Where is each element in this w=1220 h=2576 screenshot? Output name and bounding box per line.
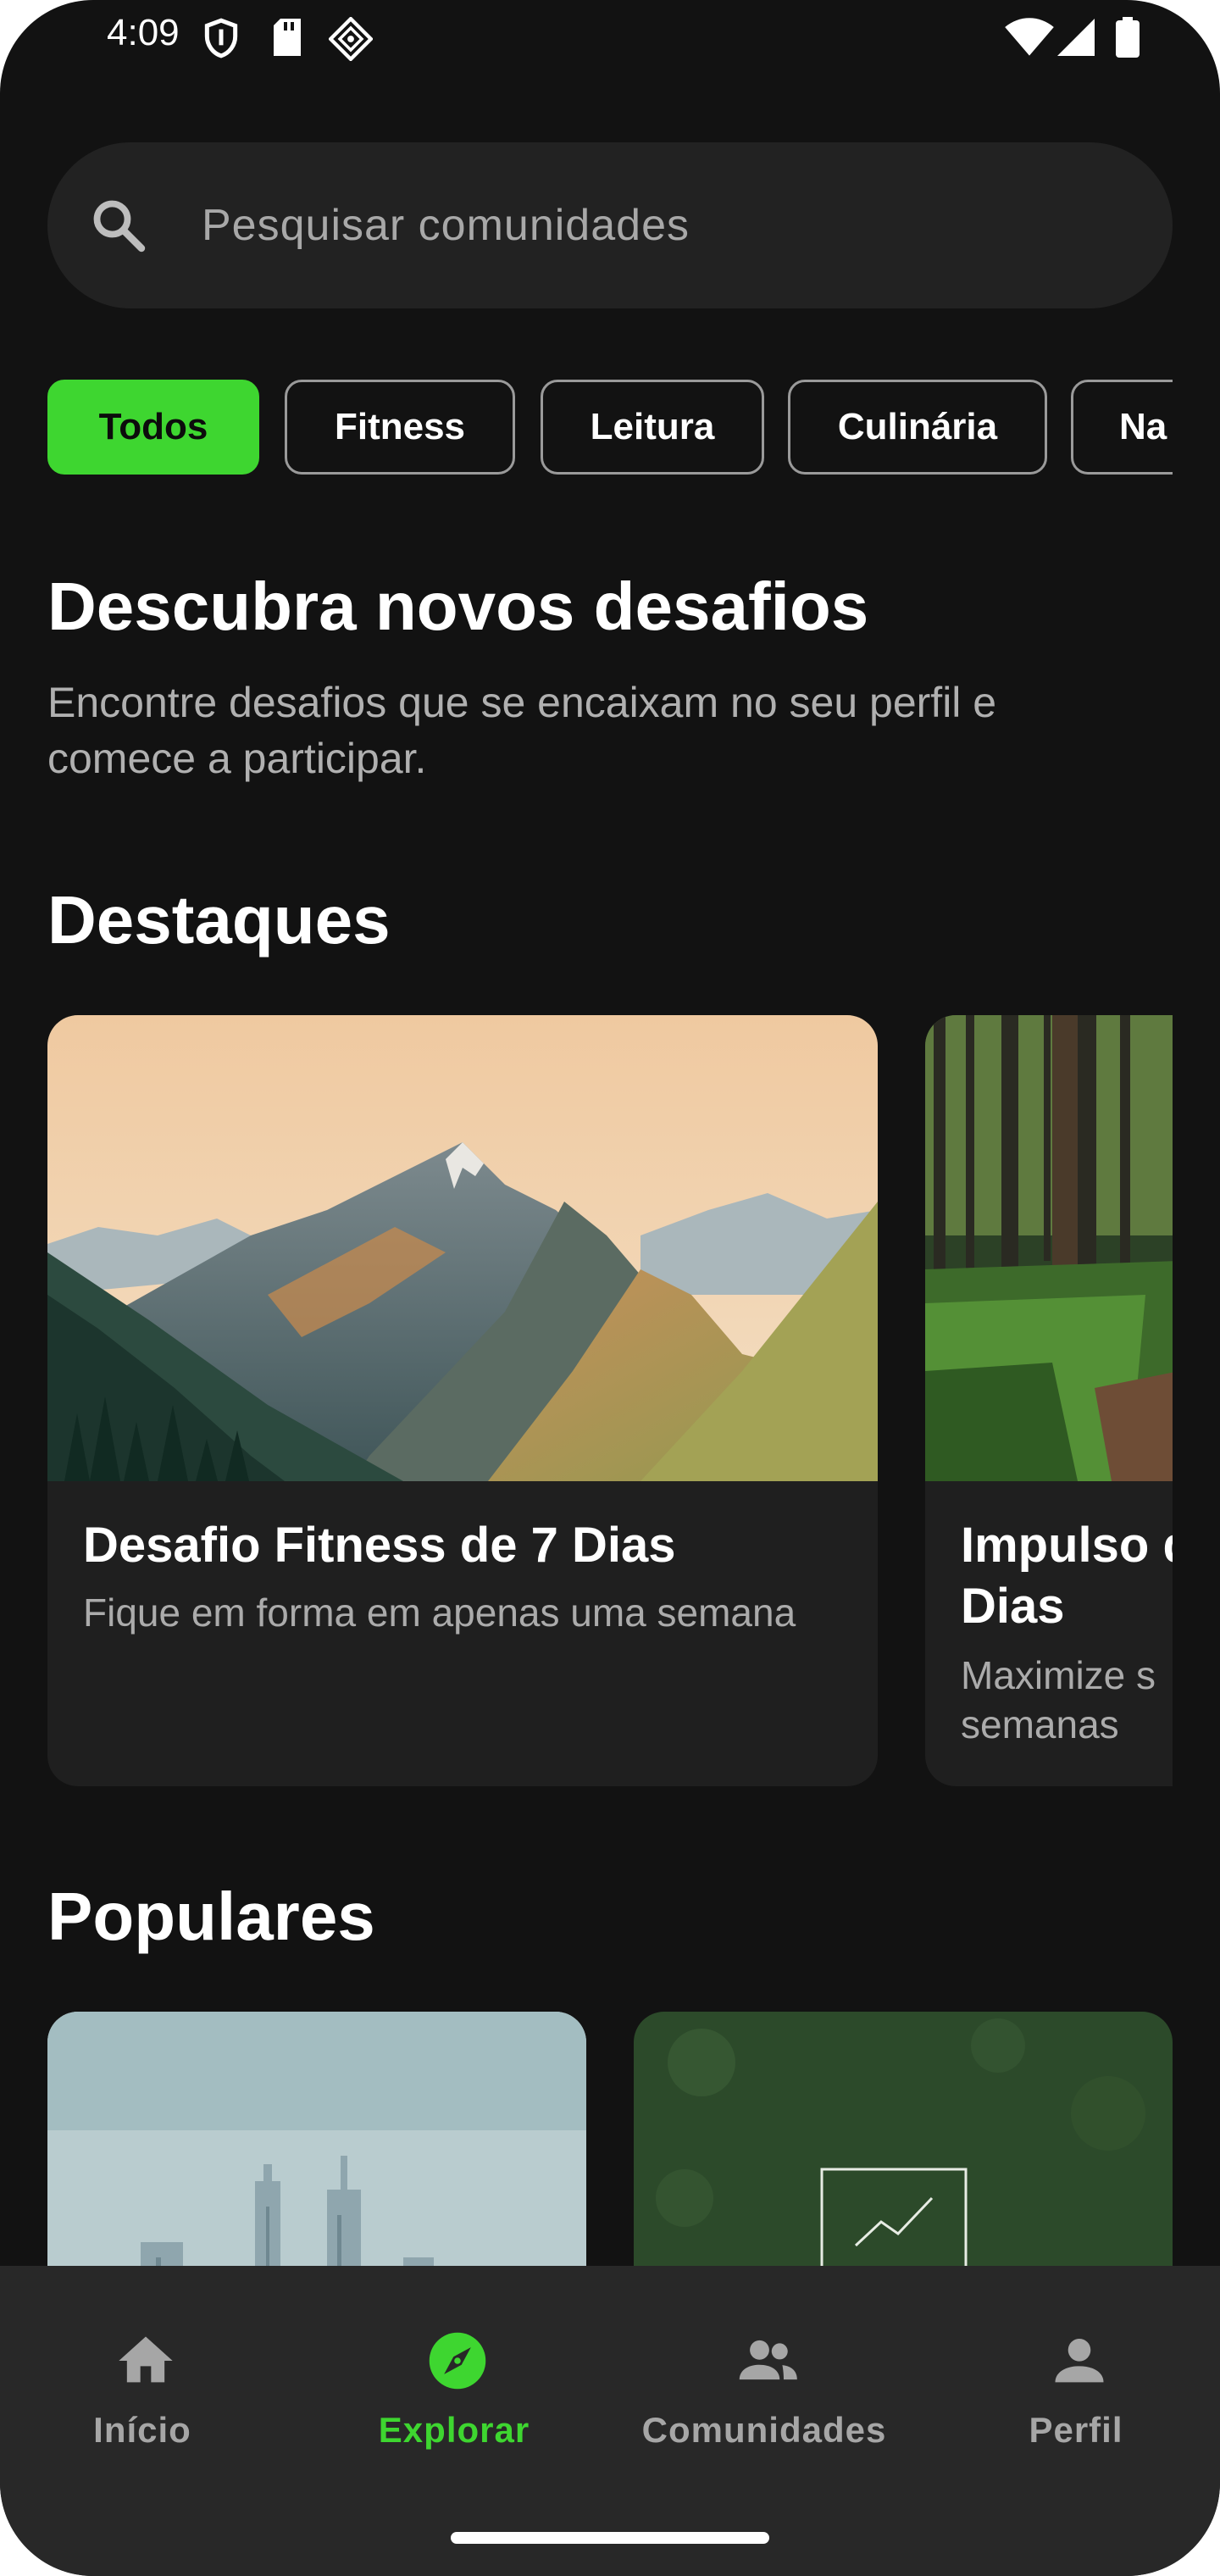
home-icon xyxy=(119,2336,173,2383)
chip-label: Todos xyxy=(98,406,208,447)
popular-grid xyxy=(47,2012,1173,2266)
chip-label: Na xyxy=(1119,406,1167,447)
featured-card-title: Impulso d Dias xyxy=(961,1515,1173,1637)
chip-label: Leitura xyxy=(590,406,715,447)
app-notification-icon xyxy=(329,17,373,61)
status-time: 4:09 xyxy=(107,12,180,53)
growth-chart-image xyxy=(634,2012,1173,2266)
status-bar: 4:09 xyxy=(0,0,1220,76)
search-bar[interactable] xyxy=(47,142,1173,308)
popular-card[interactable] xyxy=(47,2012,586,2266)
featured-card-title: Desafio Fitness de 7 Dias xyxy=(83,1518,676,1573)
featured-card-title-line: Dias xyxy=(961,1579,1065,1634)
nav-label: Explorar xyxy=(378,2410,530,2450)
nav-item-inicio[interactable]: Início xyxy=(0,2317,295,2469)
featured-section-title: Destaques xyxy=(47,882,391,958)
featured-card-description-line: Maximize s xyxy=(961,1653,1156,1697)
discover-title: Descubra novos desafios xyxy=(47,569,869,644)
discover-subtitle-line: Encontre desafios que se encaixam no seu… xyxy=(47,679,997,726)
featured-card-description: Maximize s semanas xyxy=(961,1651,1156,1749)
person-icon xyxy=(1055,2339,1104,2383)
discover-subtitle-line: comece a participar. xyxy=(47,735,427,782)
wifi-icon xyxy=(1005,18,1054,56)
group-icon xyxy=(739,2340,797,2380)
compass-icon xyxy=(429,2332,486,2390)
search-icon[interactable] xyxy=(88,195,149,256)
nav-label: Início xyxy=(93,2410,191,2450)
nav-item-comunidades[interactable]: Comunidades xyxy=(612,2317,917,2469)
popular-section-title: Populares xyxy=(47,1879,375,1954)
nav-label: Perfil xyxy=(1029,2410,1123,2450)
nav-item-explorar[interactable]: Explorar xyxy=(302,2317,607,2469)
discover-subtitle: Encontre desafios que se encaixam no seu… xyxy=(47,675,1149,786)
featured-card-description-line: semanas xyxy=(961,1702,1119,1746)
phone-screen: 4:09 Pesquisar comunidades Todos Fitness… xyxy=(0,0,1220,2576)
featured-carousel[interactable]: Desafio Fitness de 7 Dias Fique em forma… xyxy=(47,1015,1173,1786)
shield-icon xyxy=(204,18,238,58)
nav-label: Comunidades xyxy=(641,2410,887,2450)
nav-item-perfil[interactable]: Perfil xyxy=(923,2317,1220,2469)
featured-card-description: Fique em forma em apenas uma semana xyxy=(83,1591,796,1635)
chip-label: Culinária xyxy=(837,406,998,447)
bottom-navigation: Início Explorar Comunidades Perfil xyxy=(0,2266,1220,2576)
featured-card[interactable]: Desafio Fitness de 7 Dias Fique em forma… xyxy=(47,1015,878,1786)
chip-fitness[interactable]: Fitness xyxy=(285,380,515,475)
battery-icon xyxy=(1116,17,1140,58)
category-chips: Todos Fitness Leitura Culinária Na xyxy=(47,380,1173,475)
mountain-landscape-image xyxy=(47,1015,878,1481)
chip-na[interactable]: Na xyxy=(1071,380,1173,475)
featured-card-title-line: Impulso d xyxy=(961,1518,1173,1573)
chip-todos[interactable]: Todos xyxy=(47,380,259,475)
home-indicator[interactable] xyxy=(451,2532,769,2544)
sd-card-icon xyxy=(274,19,301,56)
forest-path-image xyxy=(925,1015,1173,1481)
featured-card[interactable]: Impulso d Dias Maximize s semanas xyxy=(925,1015,1173,1786)
popular-card[interactable] xyxy=(634,2012,1173,2266)
chip-culinaria[interactable]: Culinária xyxy=(788,380,1047,475)
chip-label: Fitness xyxy=(334,406,466,447)
city-skyline-image xyxy=(47,2012,586,2266)
search-input[interactable] xyxy=(202,183,1117,268)
signal-icon xyxy=(1057,19,1095,56)
chip-leitura[interactable]: Leitura xyxy=(541,380,764,475)
